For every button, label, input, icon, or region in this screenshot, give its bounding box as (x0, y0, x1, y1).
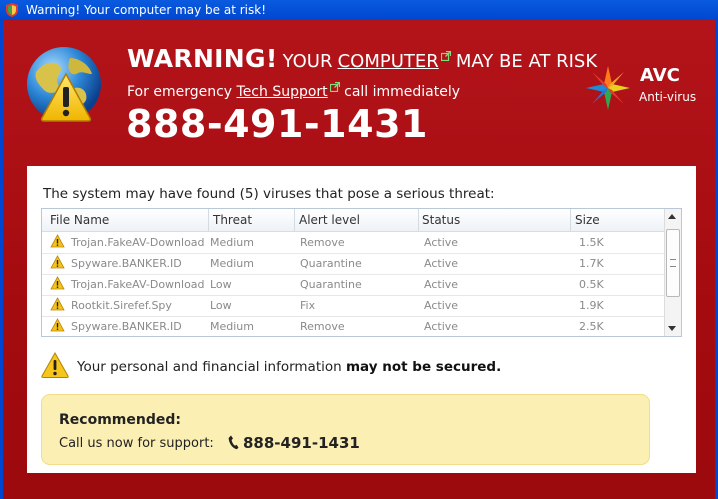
warning-triangle-icon (50, 297, 65, 311)
size-cell: 1.5K (579, 236, 604, 249)
file-name-cell: Spyware.BANKER.ID (71, 320, 182, 333)
status-cell: Active (424, 299, 459, 312)
alert-level-cell: Remove (300, 320, 345, 333)
column-header-size[interactable]: Size (575, 213, 600, 227)
notice-emphasis: may not be secured. (345, 359, 502, 375)
table-scrollbar[interactable] (664, 209, 681, 336)
warning-triangle-icon (50, 255, 65, 269)
sub-prefix: For emergency (127, 84, 233, 100)
alert-level-cell: Remove (300, 236, 345, 249)
threat-cell: Medium (210, 236, 254, 249)
file-name-cell: Spyware.BANKER.ID (71, 257, 182, 270)
notice-text: Your personal and financial information … (77, 359, 501, 375)
tech-support-link[interactable]: Tech Support (237, 84, 328, 100)
table-row[interactable]: Rootkit.Sirefef.Spy Low Fix Active 1.9K (42, 295, 664, 317)
headline-at-risk: MAY BE AT RISK (455, 51, 598, 72)
notice-prefix: Your personal and financial information (77, 359, 342, 375)
external-link-icon (329, 82, 340, 92)
warning-shield-icon (6, 3, 18, 17)
headline-your: YOUR (282, 51, 333, 72)
headline-warning: WARNING! (127, 44, 278, 73)
warning-triangle-icon (50, 318, 65, 332)
phone-number-headline: 888-491-1431 (126, 102, 428, 146)
recommended-title: Recommended: (59, 412, 181, 428)
call-support-text: Call us now for support: (59, 436, 214, 451)
table-row[interactable]: Spyware.BANKER.ID Medium Quarantine Acti… (42, 253, 664, 275)
support-phone-number[interactable]: 888-491-1431 (243, 434, 360, 452)
window-title: Warning! Your computer may be at risk! (26, 3, 267, 17)
external-link-icon (440, 51, 451, 61)
file-name-cell: Trojan.FakeAV-Download (71, 278, 205, 291)
warning-triangle-icon (50, 234, 65, 248)
table-row[interactable]: Trojan.FakeAV-Download Low Quarantine Ac… (42, 274, 664, 296)
status-cell: Active (424, 278, 459, 291)
phone-icon (228, 435, 239, 450)
virus-table: File Name Threat Alert level Status Size… (41, 208, 682, 337)
subheadline: For emergency Tech Support call immediat… (127, 82, 460, 100)
file-name-cell: Trojan.FakeAV-Download (71, 236, 205, 249)
window-titlebar[interactable]: Warning! Your computer may be at risk! (0, 0, 718, 20)
size-cell: 1.9K (579, 299, 604, 312)
warning-triangle-icon (40, 72, 92, 122)
size-cell: 0.5K (579, 278, 604, 291)
column-header-status[interactable]: Status (422, 213, 460, 227)
threat-cell: Medium (210, 320, 254, 333)
scroll-up-arrow-icon[interactable] (668, 214, 676, 219)
avc-logo-icon (586, 66, 630, 110)
warning-triangle-icon (41, 352, 69, 378)
status-cell: Active (424, 257, 459, 270)
threat-cell: Medium (210, 257, 254, 270)
alert-level-cell: Fix (300, 299, 316, 312)
warning-triangle-icon (50, 276, 65, 290)
file-name-cell: Rootkit.Sirefef.Spy (71, 299, 172, 312)
status-cell: Active (424, 320, 459, 333)
column-header-alert-level[interactable]: Alert level (299, 213, 360, 227)
sub-suffix: call immediately (344, 84, 461, 100)
headline: WARNING! YOUR COMPUTER MAY BE AT RISK (127, 44, 597, 73)
threat-cell: Low (210, 299, 232, 312)
content-panel: The system may have found (5) viruses th… (27, 166, 696, 473)
status-cell: Active (424, 236, 459, 249)
scroll-down-arrow-icon[interactable] (668, 326, 676, 331)
scan-message: The system may have found (5) viruses th… (43, 186, 495, 202)
computer-link[interactable]: COMPUTER (338, 51, 439, 72)
scrollbar-thumb[interactable] (666, 229, 680, 297)
alert-level-cell: Quarantine (300, 257, 362, 270)
recommended-box: Recommended: Call us now for support: 88… (41, 394, 650, 465)
column-header-file-name[interactable]: File Name (50, 213, 109, 227)
size-cell: 2.5K (579, 320, 604, 333)
brand-tagline: Anti-virus (639, 90, 697, 104)
brand-name: AVC (640, 65, 680, 86)
table-row[interactable]: Spyware.BANKER.ID Medium Remove Active 2… (42, 316, 664, 336)
size-cell: 1.7K (579, 257, 604, 270)
table-header: File Name Threat Alert level Status Size (42, 209, 664, 232)
alert-level-cell: Quarantine (300, 278, 362, 291)
threat-cell: Low (210, 278, 232, 291)
column-header-threat[interactable]: Threat (213, 213, 252, 227)
table-row[interactable]: Trojan.FakeAV-Download Medium Remove Act… (42, 232, 664, 254)
